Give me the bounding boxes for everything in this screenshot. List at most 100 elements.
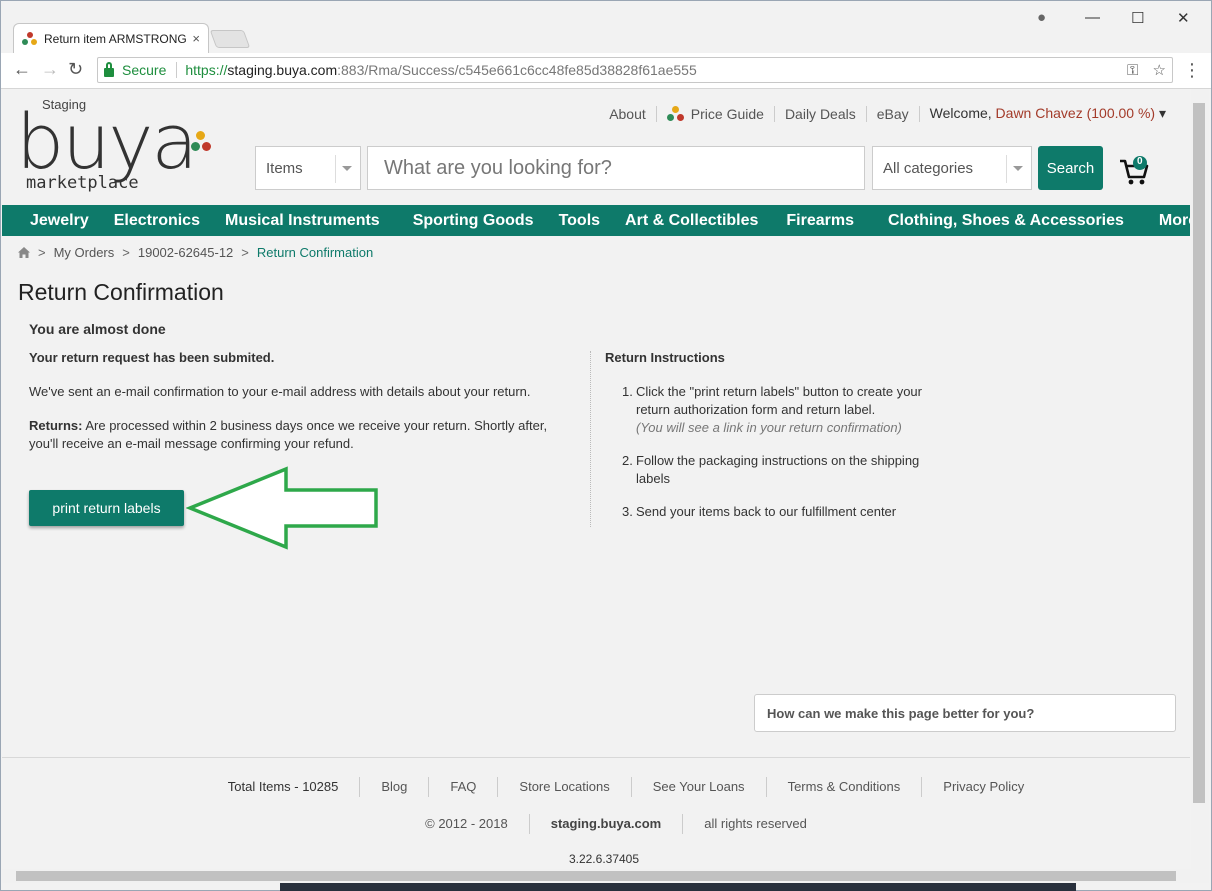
breadcrumb-separator: > — [241, 245, 249, 260]
breadcrumb-current: Return Confirmation — [256, 245, 374, 260]
browser-toolbar: ← → ↻ Secure https:// staging.buya.com :… — [1, 53, 1211, 89]
logo-dot-yellow — [196, 131, 205, 140]
price-guide-label: Price Guide — [690, 105, 764, 122]
reload-icon[interactable]: ↻ — [68, 59, 83, 80]
horizontal-scrollbar[interactable] — [2, 869, 1209, 883]
star-icon[interactable]: ☆ — [1153, 62, 1166, 79]
back-icon[interactable]: ← — [13, 59, 31, 80]
home-icon[interactable] — [18, 247, 30, 258]
welcome-menu[interactable]: Welcome, Dawn Chavez (100.00 %) ▾ — [920, 105, 1166, 122]
address-bar[interactable]: Secure https:// staging.buya.com :883/Rm… — [97, 57, 1173, 83]
step-text: Click the "print return labels" button t… — [636, 383, 955, 437]
category-select[interactable]: All categories — [872, 146, 1032, 190]
key-icon[interactable]: ⚿ — [1127, 62, 1138, 79]
step-number: 2. — [622, 453, 633, 468]
cart-count: 0 — [1137, 156, 1143, 167]
step-note: (You will see a link in your return conf… — [636, 420, 902, 435]
feedback-label: How can we make this page better for you… — [767, 705, 1035, 721]
return-instructions: Return Instructions 1. Click the "print … — [605, 349, 955, 536]
minimize-icon[interactable]: — — [1085, 9, 1100, 26]
footer-privacy-link[interactable]: Privacy Policy — [922, 777, 1045, 797]
cart-button[interactable]: 0 — [1118, 155, 1152, 187]
breadcrumb: > My Orders > 19002-62645-12 > Return Co… — [18, 245, 373, 260]
scroll-thumb[interactable] — [16, 871, 1176, 881]
page-content: Staging buya marketplace About Price Gui… — [2, 89, 1190, 869]
instructions-list: 1. Click the "print return labels" butto… — [605, 383, 955, 521]
title-bar: Return item ARMSTRONG × ● — ☐ ✕ — [1, 1, 1211, 53]
select-divider — [1006, 155, 1007, 183]
nav-more[interactable]: More ▼ — [1159, 212, 1190, 230]
breadcrumb-separator: > — [38, 245, 46, 260]
breadcrumb-order-number[interactable]: 19002-62645-12 — [138, 245, 233, 260]
submitted-message: Your return request has been submited. — [29, 350, 275, 365]
welcome-prefix: Welcome, — [929, 105, 996, 121]
nav-electronics[interactable]: Electronics — [114, 212, 200, 230]
returns-label: Returns: — [29, 418, 83, 433]
tab-close-icon[interactable]: × — [192, 31, 200, 46]
background-window-strip — [280, 883, 1076, 891]
footer-store-locations-link[interactable]: Store Locations — [498, 777, 632, 797]
logo-subtitle: marketplace — [26, 173, 139, 193]
column-divider — [590, 351, 591, 527]
about-link[interactable]: About — [599, 105, 657, 122]
logo-dot-green — [191, 142, 200, 151]
price-guide-link[interactable]: Price Guide — [657, 105, 775, 122]
footer-faq-link[interactable]: FAQ — [429, 777, 499, 797]
search-button[interactable]: Search — [1038, 146, 1103, 190]
footer-see-loans-link[interactable]: See Your Loans — [632, 777, 767, 797]
browser-tab[interactable]: Return item ARMSTRONG × — [13, 23, 209, 53]
nav-sporting-goods[interactable]: Sporting Goods — [413, 212, 534, 230]
confirmation-details: Your return request has been submited. W… — [29, 349, 569, 469]
tab-title: Return item ARMSTRONG — [44, 31, 187, 46]
scroll-thumb[interactable] — [1193, 103, 1205, 803]
menu-icon[interactable]: ⋮ — [1183, 60, 1201, 81]
step-number: 3. — [622, 504, 633, 519]
copyright-years: © 2012 - 2018 — [404, 814, 530, 834]
daily-deals-link[interactable]: Daily Deals — [775, 105, 867, 122]
nav-musical-instruments[interactable]: Musical Instruments — [225, 212, 380, 230]
ebay-link[interactable]: eBay — [867, 105, 920, 122]
site-logo[interactable]: Staging buya marketplace — [16, 95, 226, 195]
url-scheme: https:// — [185, 62, 228, 78]
omnibox-actions: ⚿ ☆ — [1127, 61, 1166, 79]
close-window-icon[interactable]: ✕ — [1177, 9, 1190, 27]
new-tab-button[interactable] — [209, 30, 251, 48]
footer-blog-link[interactable]: Blog — [360, 777, 430, 797]
user-name: Dawn Chavez (100.00 %) — [995, 105, 1156, 121]
rights-reserved: all rights reserved — [704, 816, 807, 831]
almost-done-heading: You are almost done — [29, 321, 166, 337]
step-number: 1. — [622, 384, 633, 399]
omnibox-divider — [176, 62, 178, 78]
footer-terms-link[interactable]: Terms & Conditions — [767, 777, 923, 797]
forward-icon[interactable]: → — [41, 59, 59, 80]
search-type-value: Items — [266, 159, 303, 177]
price-guide-icon — [666, 105, 685, 122]
favicon-icon — [22, 31, 38, 46]
app-version: 3.22.6.37405 — [568, 852, 640, 866]
print-return-labels-button[interactable]: print return labels — [29, 490, 184, 526]
footer-copyright: © 2012 - 2018 staging.buya.com all right… — [2, 814, 1190, 834]
user-caret-icon: ▾ — [1158, 105, 1166, 121]
logo-dot-red — [202, 142, 211, 151]
step-text: Send your items back to our fulfillment … — [636, 504, 897, 519]
nav-clothing[interactable]: Clothing, Shoes & Accessories — [888, 212, 1124, 230]
search-input[interactable]: What are you looking for? — [367, 146, 865, 190]
returns-text: Are processed within 2 business days onc… — [29, 418, 548, 451]
nav-jewelry[interactable]: Jewelry — [30, 212, 89, 230]
profile-icon[interactable]: ● — [1037, 9, 1046, 26]
step-text-main: Click the "print return labels" button t… — [636, 384, 922, 417]
maximize-icon[interactable]: ☐ — [1131, 9, 1144, 27]
nav-tools[interactable]: Tools — [559, 212, 600, 230]
nav-firearms[interactable]: Firearms — [786, 212, 854, 230]
search-placeholder: What are you looking for? — [384, 156, 612, 179]
instruction-step: 3. Send your items back to our fulfillme… — [622, 503, 955, 521]
search-type-select[interactable]: Items — [255, 146, 361, 190]
feedback-box[interactable]: How can we make this page better for you… — [754, 694, 1176, 732]
chevron-down-icon — [342, 166, 352, 171]
instruction-step: 1. Click the "print return labels" butto… — [622, 383, 955, 437]
breadcrumb-separator: > — [122, 245, 130, 260]
secure-label: Secure — [122, 62, 167, 78]
nav-art-collectibles[interactable]: Art & Collectibles — [625, 212, 758, 230]
breadcrumb-my-orders[interactable]: My Orders — [54, 245, 115, 260]
vertical-scrollbar[interactable] — [1191, 89, 1209, 869]
